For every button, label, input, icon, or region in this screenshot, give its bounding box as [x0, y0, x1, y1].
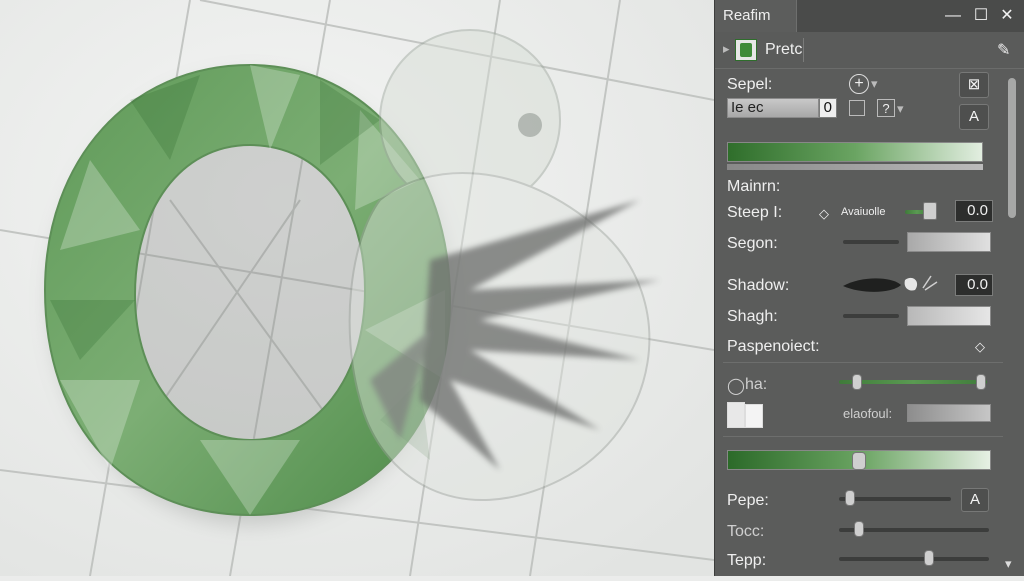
- frame-icon[interactable]: [849, 100, 865, 116]
- collapse-arrow-icon[interactable]: ▸: [723, 41, 730, 57]
- shadow-value[interactable]: 0.0: [955, 274, 993, 296]
- text-icon[interactable]: A: [959, 104, 989, 130]
- keyframe-diamond-icon[interactable]: ◇: [819, 206, 829, 222]
- split-view-icon[interactable]: [727, 402, 763, 428]
- artwork-canvas[interactable]: [0, 0, 715, 577]
- mainrn-label: Mainrn:: [727, 178, 781, 195]
- properties-panel: Reafim — ☐ ✕ ▸ Pretc ✎ Sepel: + ▾ ⊠ Ie e…: [714, 0, 1024, 576]
- toc-slider-knob[interactable]: [853, 521, 864, 537]
- preset-bar: ▸ Pretc ✎: [715, 32, 1024, 69]
- perspective-diamond-icon[interactable]: ◇: [975, 339, 985, 355]
- placeholder-label: elaofoul:: [843, 406, 893, 421]
- preset-swatch-icon[interactable]: [735, 39, 757, 61]
- shadow-label: Shadow:: [727, 277, 790, 294]
- shagh-slider-track[interactable]: [843, 314, 899, 318]
- tab-reafim[interactable]: Reafim: [715, 0, 797, 32]
- segon-field[interactable]: [907, 232, 991, 252]
- tab-label: Reafim: [723, 7, 771, 24]
- panel-scrollbar[interactable]: [1007, 72, 1017, 562]
- opacity-icon[interactable]: ◯: [727, 376, 745, 396]
- pepe-label: Pepe:: [727, 492, 769, 509]
- step-sub-label: Avaiuolle: [841, 206, 886, 218]
- section-divider: [723, 362, 1003, 363]
- pepe-slider-knob[interactable]: [845, 490, 856, 506]
- shagh-field[interactable]: [907, 306, 991, 326]
- maximize-icon[interactable]: ☐: [971, 6, 991, 26]
- close-icon[interactable]: ✕: [997, 6, 1017, 26]
- opacity-knob-left[interactable]: [851, 374, 862, 390]
- pepe-slider-track[interactable]: [839, 497, 951, 501]
- shagh-label: Shagh:: [727, 308, 778, 325]
- tepp-label: Tepp:: [727, 552, 767, 569]
- add-icon[interactable]: +: [849, 74, 869, 94]
- wand-icon[interactable]: ✎: [997, 40, 1010, 60]
- gradient-stop-knob[interactable]: [852, 452, 866, 470]
- panel-titlebar: Reafim — ☐ ✕: [715, 0, 1024, 32]
- dropdown-arrow-icon[interactable]: ▾: [871, 76, 878, 92]
- opacity-label: ha:: [745, 376, 768, 393]
- gradient-underline: [727, 164, 983, 170]
- leec-value[interactable]: 0: [819, 98, 837, 118]
- step-label: Steep I:: [727, 204, 783, 221]
- opacity-knob-right[interactable]: [976, 374, 987, 390]
- placeholder-field[interactable]: [907, 404, 991, 422]
- preset-label: Pretc: [765, 41, 803, 58]
- image-icon[interactable]: ⊠: [959, 72, 989, 98]
- canvas-artwork: [0, 0, 715, 577]
- step-value[interactable]: 0.0: [955, 200, 993, 222]
- tepp-slider-knob[interactable]: [924, 550, 934, 566]
- leec-label: Ie ec: [731, 99, 764, 116]
- feather-brush-icon[interactable]: [841, 270, 941, 300]
- sepel-label: Sepel:: [727, 76, 773, 93]
- segon-slider-track[interactable]: [843, 240, 899, 244]
- toc-label: Tocc:: [727, 523, 765, 540]
- leec-field[interactable]: Ie ec: [727, 98, 819, 118]
- color-gradient-bar[interactable]: [727, 142, 983, 162]
- pepe-text-icon[interactable]: A: [961, 488, 989, 512]
- help-icon[interactable]: ?: [877, 99, 895, 117]
- section-divider-2: [723, 436, 1003, 437]
- segon-label: Segon:: [727, 235, 778, 252]
- tepp-slider-track[interactable]: [839, 557, 989, 561]
- scroll-down-arrow-icon[interactable]: ▾: [1005, 556, 1012, 572]
- scrollbar-thumb[interactable]: [1008, 78, 1016, 218]
- step-slider-knob[interactable]: [923, 202, 937, 220]
- help-dropdown-icon[interactable]: ▾: [897, 101, 904, 117]
- perspective-label: Paspenoiect:: [727, 338, 820, 355]
- minimize-icon[interactable]: —: [943, 6, 963, 26]
